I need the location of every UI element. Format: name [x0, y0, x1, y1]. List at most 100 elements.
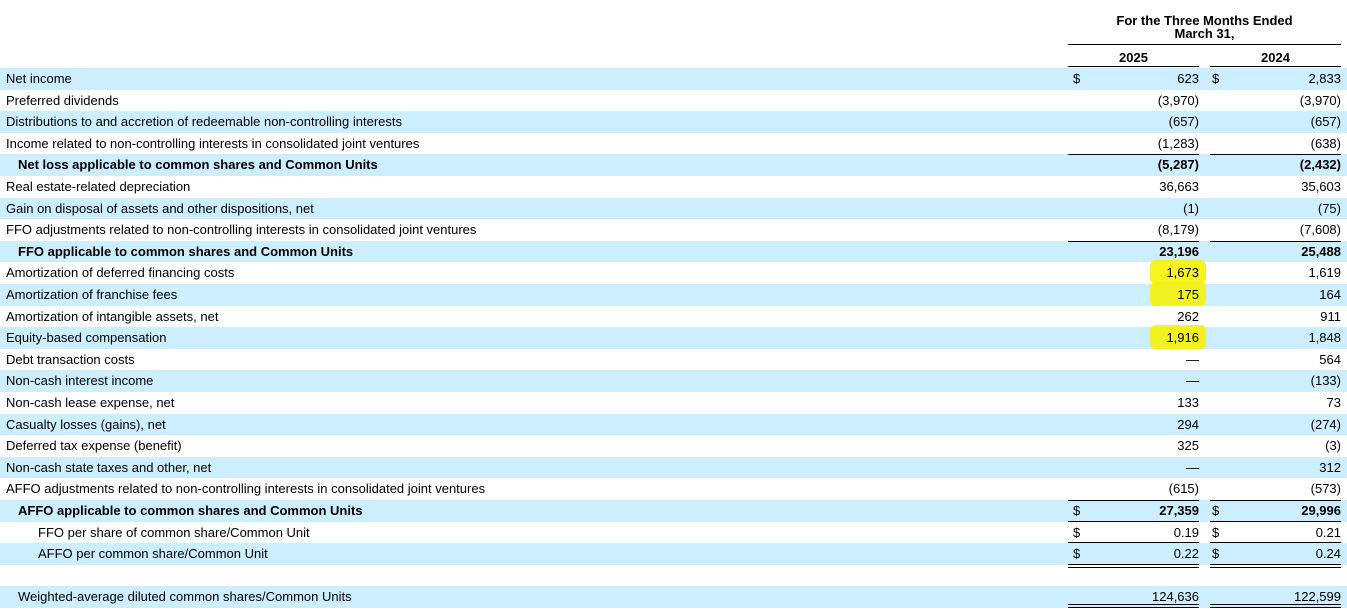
row-label: Non-cash interest income — [6, 373, 154, 389]
subtotal-rule — [1210, 154, 1341, 156]
value-2024: 0.21 — [1315, 524, 1341, 540]
value-2025: — — [1186, 459, 1199, 475]
subtotal-rule — [1210, 520, 1341, 522]
row-label: Gain on disposal of assets and other dis… — [6, 200, 314, 216]
row-label: Casualty losses (gains), net — [6, 416, 166, 432]
value-2024: 122,599 — [1294, 589, 1341, 604]
value-2024: (75) — [1317, 200, 1341, 216]
table-row: Net loss applicable to common shares and… — [0, 154, 1347, 176]
value-2025: 36,663 — [1159, 179, 1199, 194]
table-row: Amortization of intangible assets, net 26… — [0, 306, 1347, 328]
value-2024: (7,608) — [1299, 222, 1341, 238]
value-2025: 27,359 — [1159, 503, 1199, 518]
value-2024: 1,619 — [1308, 265, 1341, 281]
table-row: AFFO applicable to common shares and Com… — [0, 500, 1347, 522]
value-2024: 1,848 — [1308, 330, 1341, 346]
value-2024: (2,432) — [1299, 157, 1341, 173]
value-2024: (274) — [1310, 416, 1341, 432]
row-label: Non-cash lease expense, net — [6, 395, 175, 410]
row-label: Deferred tax expense (benefit) — [6, 438, 182, 454]
value-2025: 1,916 — [1166, 330, 1199, 346]
value-2025: (657) — [1168, 114, 1199, 130]
row-label: Non-cash state taxes and other, net — [6, 459, 212, 475]
row-label: AFFO per common share/Common Unit — [38, 546, 268, 562]
value-2025: 175 — [1177, 287, 1199, 302]
table-row: FFO adjustments related to non-controlli… — [0, 219, 1347, 241]
row-label: FFO per share of common share/Common Uni… — [38, 524, 310, 540]
row-label: Amortization of franchise fees — [6, 287, 178, 302]
value-2025: 23,196 — [1159, 243, 1199, 259]
double-rule — [1068, 607, 1199, 608]
subtotal-rule — [1068, 154, 1199, 156]
subtotal-rule — [1210, 563, 1341, 565]
value-2024: 164 — [1319, 287, 1341, 302]
value-2024: (3,970) — [1299, 92, 1341, 108]
double-rule — [1068, 604, 1199, 605]
table-row: Debt transaction costs — 564 — [0, 349, 1347, 371]
table-row: Income related to non-controlling intere… — [0, 133, 1347, 155]
row-label: Weighted-average diluted common shares/C… — [18, 589, 352, 604]
value-2025: 294 — [1177, 416, 1199, 432]
double-rule — [1210, 604, 1341, 605]
value-2024: (133) — [1310, 373, 1341, 389]
row-label: FFO applicable to common shares and Comm… — [18, 243, 354, 259]
value-2025: (3,970) — [1157, 92, 1199, 108]
subtotal-rule — [1068, 500, 1199, 501]
value-2025: 325 — [1177, 438, 1199, 454]
table-row: FFO per share of common share/Common Uni… — [0, 522, 1347, 544]
table-row: Real estate-related depreciation 36,663 35… — [0, 176, 1347, 198]
value-2025: 623 — [1177, 71, 1199, 86]
table-row: Equity-based compensation 1,916 1,848 — [0, 325, 1347, 349]
value-2024: 29,996 — [1301, 503, 1341, 518]
value-2024: (573) — [1310, 481, 1341, 497]
row-label: Amortization of intangible assets, net — [6, 308, 219, 324]
value-2025: (1,283) — [1157, 135, 1199, 151]
subtotal-rule — [1210, 542, 1341, 544]
row-label: Preferred dividends — [6, 92, 119, 108]
subtotal-rule — [1068, 542, 1199, 544]
row-label: Income related to non-controlling intere… — [6, 135, 420, 151]
row-label: AFFO applicable to common shares and Com… — [18, 503, 363, 518]
subtotal-rule — [1210, 566, 1341, 568]
year-2025: 2025 — [1119, 50, 1148, 65]
subtotal-rule — [1068, 563, 1199, 565]
value-2025: 0.22 — [1173, 546, 1199, 562]
subtotal-rule — [1210, 240, 1341, 242]
row-label: Net income — [6, 71, 72, 86]
value-2024: 2,833 — [1308, 71, 1341, 86]
year-rule — [1068, 66, 1199, 67]
double-rule — [1210, 607, 1341, 608]
table-row: Deferred tax expense (benefit) 325 (3) — [0, 435, 1347, 457]
table-row: Gain on disposal of assets and other dis… — [0, 197, 1347, 220]
row-label: Real estate-related depreciation — [6, 179, 191, 194]
table-row: Non-cash lease expense, net 133 73 — [0, 392, 1347, 414]
value-2025: (615) — [1168, 481, 1199, 497]
value-2024: (657) — [1310, 114, 1341, 130]
table-row: Net income $ $623 2,833 — [0, 68, 1347, 90]
table-row: Casualty losses (gains), net 294 (274) — [0, 413, 1347, 436]
row-label: FFO adjustments related to non-controlli… — [6, 222, 477, 238]
value-2025: — — [1186, 373, 1199, 389]
value-2024: (3) — [1325, 438, 1341, 454]
period-header: For the Three Months Ended March 31, — [1116, 13, 1293, 41]
value-2025: 262 — [1177, 308, 1199, 324]
value-2025: (1) — [1183, 200, 1199, 216]
table-row: Amortization of franchise fees 175 164 — [0, 282, 1347, 306]
value-2024: 0.24 — [1315, 546, 1341, 562]
header-rule — [1068, 44, 1341, 45]
value-2025: — — [1186, 351, 1199, 367]
subtotal-rule — [1210, 500, 1341, 501]
table-row: Non-cash interest income — (133) — [0, 370, 1347, 392]
table-row: FFO applicable to common shares and Comm… — [0, 240, 1347, 263]
value-2024: 35,603 — [1301, 179, 1341, 194]
table-row: Distributions to and accretion of redeem… — [0, 111, 1347, 133]
subtotal-rule — [1068, 566, 1199, 568]
row-label: AFFO adjustments related to non-controll… — [6, 481, 486, 497]
year-2024: 2024 — [1261, 50, 1290, 65]
table-row: AFFO adjustments related to non-controll… — [0, 478, 1347, 500]
value-2025: 124,636 — [1152, 589, 1199, 604]
value-2025: 0.19 — [1173, 524, 1199, 540]
row-label: Equity-based compensation — [6, 330, 167, 346]
value-2024: 25,488 — [1301, 243, 1341, 259]
value-2025: 133 — [1177, 395, 1199, 410]
